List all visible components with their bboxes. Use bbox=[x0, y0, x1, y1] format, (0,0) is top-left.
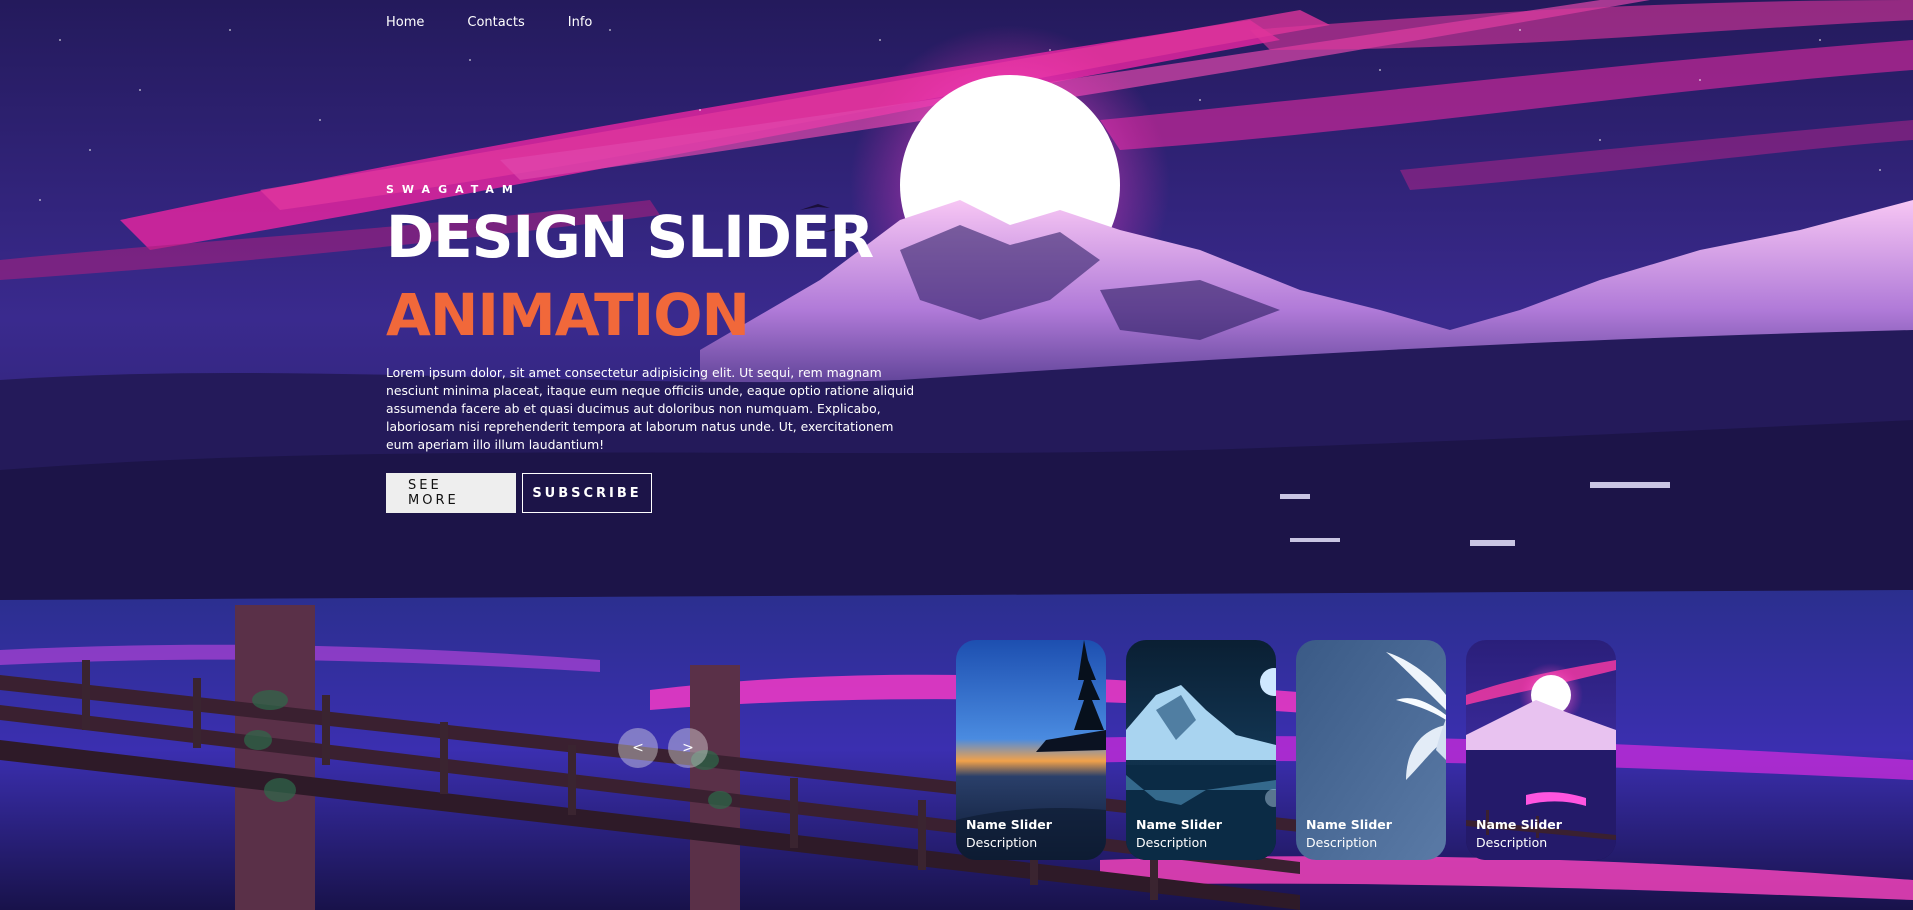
nav-link-info[interactable]: Info bbox=[568, 15, 593, 30]
subscribe-button[interactable]: SUBSCRIBE bbox=[522, 473, 652, 513]
thumbnail-description: Description bbox=[1476, 835, 1548, 850]
next-arrow-button[interactable]: > bbox=[668, 728, 708, 768]
thumbnail-name: Name Slider bbox=[1136, 817, 1222, 832]
nav-link-contacts[interactable]: Contacts bbox=[467, 15, 524, 30]
hero-content: SWAGATAM DESIGN SLIDER ANIMATION Lorem i… bbox=[386, 183, 926, 513]
hero-description: Lorem ipsum dolor, sit amet consectetur … bbox=[386, 365, 915, 452]
slider-arrows: < > bbox=[618, 728, 708, 768]
thumbnail-item[interactable]: Name Slider Description bbox=[1466, 640, 1616, 860]
nav-link-home[interactable]: Home bbox=[386, 15, 424, 30]
hero-title: DESIGN SLIDER bbox=[386, 203, 874, 271]
thumbnail-name: Name Slider bbox=[1306, 817, 1392, 832]
thumbnail-caption: Name Slider Description bbox=[966, 817, 1052, 850]
hero-topic: ANIMATION bbox=[386, 281, 750, 349]
thumbnail-list: Name Slider Description Name Slider Desc… bbox=[956, 640, 1616, 860]
thumbnail-name: Name Slider bbox=[1476, 817, 1562, 832]
thumbnail-caption: Name Slider Description bbox=[1306, 817, 1392, 850]
thumbnail-description: Description bbox=[1306, 835, 1378, 850]
thumbnail-caption: Name Slider Description bbox=[1476, 817, 1562, 850]
top-nav: Home Contacts Info bbox=[386, 15, 635, 30]
thumbnail-description: Description bbox=[1136, 835, 1208, 850]
thumbnail-item[interactable]: Name Slider Description bbox=[1126, 640, 1276, 860]
hero-author: SWAGATAM bbox=[386, 183, 521, 196]
prev-arrow-button[interactable]: < bbox=[618, 728, 658, 768]
thumbnail-name: Name Slider bbox=[966, 817, 1052, 832]
see-more-button[interactable]: SEE MORE bbox=[386, 473, 516, 513]
thumbnail-item[interactable]: Name Slider Description bbox=[956, 640, 1106, 860]
thumbnail-caption: Name Slider Description bbox=[1136, 817, 1222, 850]
hero-buttons: SEE MORE SUBSCRIBE bbox=[386, 473, 926, 513]
thumbnail-item[interactable]: Name Slider Description bbox=[1296, 640, 1446, 860]
thumbnail-description: Description bbox=[966, 835, 1038, 850]
